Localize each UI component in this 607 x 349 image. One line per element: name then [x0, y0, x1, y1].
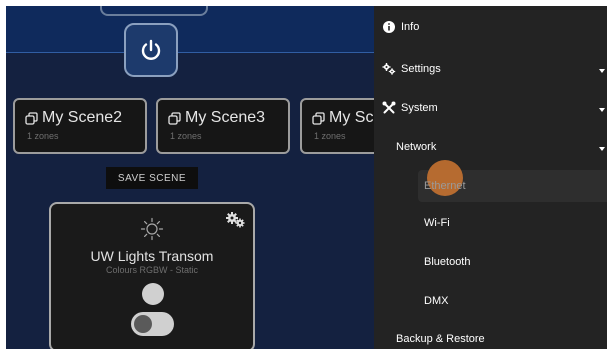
menu-item-wifi[interactable]: Wi-Fi: [374, 210, 607, 238]
scene-icon: [25, 111, 38, 125]
light-toggle[interactable]: [131, 312, 174, 336]
menu-item-system[interactable]: System: [374, 95, 607, 123]
power-button[interactable]: [124, 23, 178, 77]
menu-item-backup-restore[interactable]: Backup & Restore: [374, 326, 607, 349]
menu-item-ethernet[interactable]: Ethernet: [374, 173, 607, 201]
menu-label-backup: Backup & Restore: [396, 333, 485, 345]
light-name: UW Lights Transom: [90, 248, 214, 264]
menu-label-info: Info: [401, 21, 420, 33]
menu-label-settings: Settings: [401, 63, 441, 75]
gear-icon[interactable]: [225, 211, 247, 229]
menu-item-settings[interactable]: Settings: [374, 56, 607, 84]
scene-card-my-scene3[interactable]: My Scene3 1 zones: [156, 98, 290, 154]
scene-name: My Sc: [329, 109, 374, 126]
menu-item-info[interactable]: Info: [374, 14, 607, 42]
chevron-down-icon: [599, 69, 605, 73]
power-icon: [141, 39, 161, 60]
info-icon: [383, 21, 395, 33]
scene-card-my-scene2[interactable]: My Scene2 1 zones: [13, 98, 147, 154]
save-scene-button[interactable]: SAVE SCENE: [106, 167, 198, 189]
app-root: My Scene2 1 zones My Scene3 1 zones My S…: [6, 6, 607, 349]
menu-item-dmx[interactable]: DMX: [374, 288, 607, 316]
chevron-down-icon: [599, 108, 605, 112]
sun-icon: [140, 217, 164, 241]
menu-label-dmx: DMX: [424, 295, 449, 307]
menu-label-wifi: Wi-Fi: [424, 217, 450, 229]
scene-name: My Scene3: [185, 109, 266, 126]
settings-icon: [382, 63, 396, 75]
scene-zones: 1 zones: [170, 131, 202, 141]
scene-icon: [168, 111, 181, 125]
light-card[interactable]: UW Lights Transom Colours RGBW - Static: [49, 202, 255, 349]
color-knob[interactable]: [142, 283, 164, 305]
menu-label-network: Network: [396, 141, 437, 153]
top-scene-card[interactable]: [100, 6, 208, 16]
menu-label-ethernet: Ethernet: [424, 180, 466, 192]
chevron-down-icon: [599, 147, 605, 151]
menu-item-network[interactable]: Network: [374, 134, 607, 162]
scene-zones: 1 zones: [314, 131, 346, 141]
menu-label-bluetooth: Bluetooth: [424, 256, 471, 268]
tools-icon: [382, 101, 396, 114]
scene-name: My Scene2: [42, 109, 123, 126]
scene-zones: 1 zones: [27, 131, 59, 141]
light-mode: Colours RGBW - Static: [105, 265, 199, 275]
side-menu: Info Settings System Network Ethernet Wi…: [374, 6, 607, 349]
scene-icon: [312, 111, 325, 125]
toggle-thumb: [134, 315, 152, 333]
menu-item-bluetooth[interactable]: Bluetooth: [374, 249, 607, 277]
menu-label-system: System: [401, 102, 438, 114]
